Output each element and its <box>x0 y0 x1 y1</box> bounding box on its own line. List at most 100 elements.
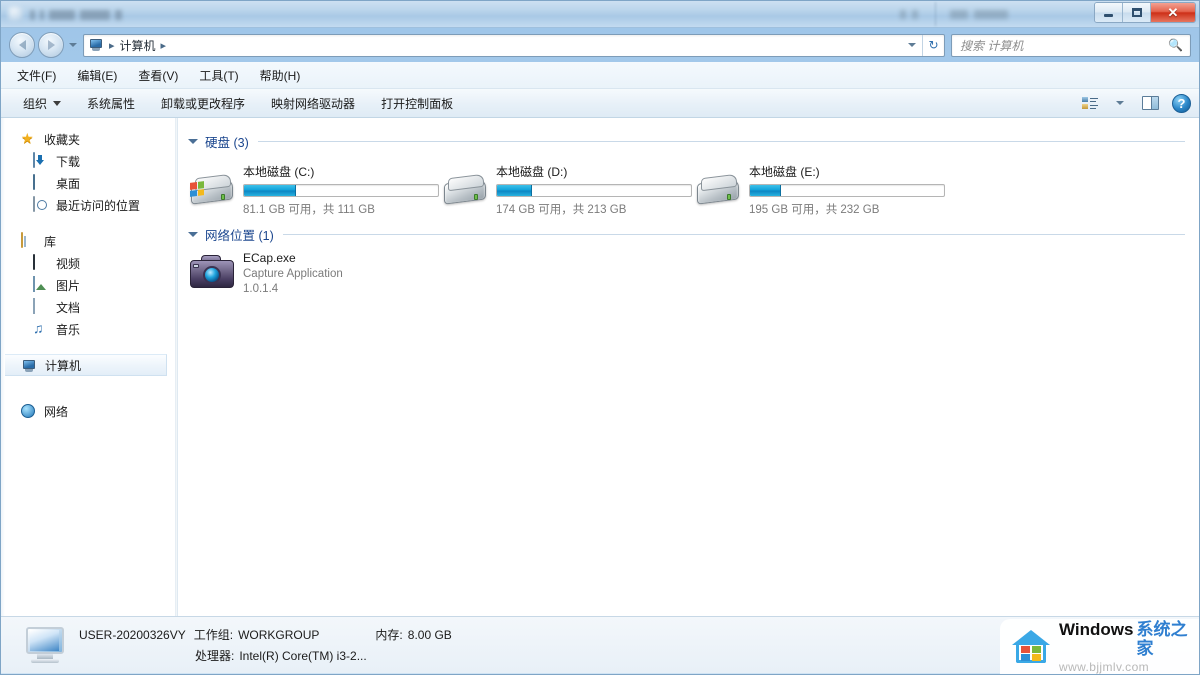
sidebar-label-music: 音乐 <box>56 322 81 337</box>
chevron-down-icon <box>68 43 77 47</box>
sidebar-item-documents[interactable]: 文档 <box>1 296 175 318</box>
sidebar-item-pictures[interactable]: 图片 <box>1 274 175 296</box>
preview-pane-icon <box>1141 96 1159 110</box>
nav-group-libraries: 库 视频 图片 文档 ♫ 音乐 <box>1 230 175 340</box>
collapse-triangle-icon[interactable] <box>188 139 198 144</box>
breadcrumb-separator-end-icon[interactable]: ▸ <box>161 39 167 52</box>
sidebar-item-network[interactable]: 网络 <box>1 400 175 422</box>
view-list-icon <box>1082 96 1098 110</box>
map-network-drive-button[interactable]: 映射网络驱动器 <box>271 95 355 112</box>
drive-capacity-text: 174 GB 可用，共 213 GB <box>496 204 627 216</box>
sidebar-item-computer[interactable]: 计算机 <box>1 354 167 376</box>
open-control-panel-button[interactable]: 打开控制面板 <box>381 95 453 112</box>
nav-group-favorites: ★ 收藏夹 下载 桌面 最近访问的位置 <box>1 128 175 216</box>
menu-help[interactable]: 帮助(H) <box>260 67 301 84</box>
sidebar-item-desktop[interactable]: 桌面 <box>1 172 175 194</box>
computer-icon <box>23 625 67 665</box>
navigation-pane: ★ 收藏夹 下载 桌面 最近访问的位置 库 视频 图片 文档 ♫ 音乐 计算机 … <box>1 118 175 616</box>
maximize-button[interactable] <box>1123 3 1151 22</box>
drive-info: 本地磁盘 (E:) 195 GB 可用，共 232 GB <box>749 163 947 217</box>
status-memory-value: 8.00 GB <box>407 628 452 642</box>
hard-drive-icon <box>441 171 489 213</box>
search-box[interactable]: 搜索 计算机 🔍 <box>951 33 1191 57</box>
system-properties-button[interactable]: 系统属性 <box>87 95 135 112</box>
search-icon: 🔍 <box>1168 38 1183 52</box>
close-button[interactable]: ✕ <box>1151 3 1195 22</box>
sidebar-item-videos[interactable]: 视频 <box>1 252 175 274</box>
drive-item-d[interactable]: 本地磁盘 (D:) 174 GB 可用，共 213 GB <box>441 157 694 217</box>
breadcrumb-computer[interactable]: 计算机 <box>120 37 156 54</box>
desktop-icon <box>33 174 49 191</box>
drive-item-e[interactable]: 本地磁盘 (E:) 195 GB 可用，共 232 GB <box>694 157 947 217</box>
change-view-button[interactable] <box>1076 92 1104 114</box>
camera-icon <box>188 252 236 294</box>
search-input[interactable]: 搜索 计算机 <box>952 37 1023 54</box>
library-icon <box>21 232 37 249</box>
close-icon: ✕ <box>1167 5 1179 20</box>
sidebar-label-pictures: 图片 <box>56 278 81 293</box>
window-icon <box>8 6 23 21</box>
sidebar-item-music[interactable]: ♫ 音乐 <box>1 318 175 340</box>
title-bar[interactable]: ✕ <box>0 0 1200 28</box>
network-item-ecap[interactable]: ECap.exe Capture Application 1.0.1.4 <box>188 250 343 295</box>
explorer-window: ✕ ▸ 计算机 ▸ ↻ 搜索 计算机 🔍 文件(F) 编辑(E) 查看(V) 工… <box>0 0 1200 675</box>
group-divider <box>257 141 1185 142</box>
address-history-button[interactable] <box>902 43 922 47</box>
forward-button[interactable] <box>38 32 64 58</box>
sidebar-item-downloads[interactable]: 下载 <box>1 150 175 172</box>
document-icon <box>33 298 49 315</box>
menu-tools[interactable]: 工具(T) <box>199 67 238 84</box>
house-logo-icon <box>1012 630 1050 664</box>
organize-button[interactable]: 组织 <box>23 95 62 112</box>
drive-capacity-text: 195 GB 可用，共 232 GB <box>749 204 880 216</box>
computer-icon <box>22 357 38 373</box>
drives-list: 本地磁盘 (C:) 81.1 GB 可用，共 111 GB 本地磁盘 (D:) <box>178 157 1199 217</box>
sidebar-item-recent-places[interactable]: 最近访问的位置 <box>1 194 175 216</box>
status-processor-label: 处理器: <box>195 649 235 663</box>
refresh-button[interactable]: ↻ <box>922 34 944 56</box>
group-header-hard-disks[interactable]: 硬盘 (3) <box>178 132 1199 151</box>
recent-pages-button[interactable] <box>67 43 78 47</box>
chevron-down-icon <box>908 43 916 47</box>
sidebar-label-libraries: 库 <box>44 234 57 249</box>
command-bar: 组织 系统属性 卸载或更改程序 映射网络驱动器 打开控制面板 ? <box>1 89 1199 118</box>
drive-item-c[interactable]: 本地磁盘 (C:) 81.1 GB 可用，共 111 GB <box>188 157 441 217</box>
address-bar: ▸ 计算机 ▸ ↻ 搜索 计算机 🔍 <box>0 28 1200 62</box>
status-line-primary: USER-20200326VY 工作组: WORKGROUP 内存: 8.00 … <box>79 626 452 643</box>
view-dropdown-button[interactable] <box>1106 92 1134 114</box>
status-workgroup-label: 工作组: <box>193 628 234 642</box>
menu-edit[interactable]: 编辑(E) <box>77 67 117 84</box>
menu-view[interactable]: 查看(V) <box>138 67 178 84</box>
windows-logo-icon <box>190 181 204 197</box>
uninstall-change-program-button[interactable]: 卸载或更改程序 <box>161 95 245 112</box>
help-button[interactable]: ? <box>1172 93 1191 113</box>
network-item-name: ECap.exe <box>243 251 296 265</box>
menu-file[interactable]: 文件(F) <box>17 67 56 84</box>
sidebar-label-recent-places: 最近访问的位置 <box>56 198 141 213</box>
minimize-button[interactable] <box>1095 3 1123 22</box>
downloads-icon <box>33 152 49 169</box>
hard-drive-icon <box>188 171 236 213</box>
maximize-icon <box>1131 8 1142 17</box>
back-button[interactable] <box>9 32 35 58</box>
preview-pane-button[interactable] <box>1136 92 1164 114</box>
drive-usage-fill <box>497 185 532 196</box>
network-locations-list: ECap.exe Capture Application 1.0.1.4 <box>178 250 1199 295</box>
sidebar-item-favorites[interactable]: ★ 收藏夹 <box>1 128 175 150</box>
status-details: USER-20200326VY 工作组: WORKGROUP 内存: 8.00 … <box>79 626 452 664</box>
watermark-text: Windows 系统之家 www.bjjmlv.com <box>1059 620 1200 674</box>
drive-name: 本地磁盘 (E:) <box>749 165 820 179</box>
address-field[interactable]: ▸ 计算机 ▸ ↻ <box>83 33 945 57</box>
group-header-network-locations[interactable]: 网络位置 (1) <box>178 225 1199 244</box>
sidebar-item-libraries[interactable]: 库 <box>1 230 175 252</box>
title-bar-secondary-blurred <box>900 8 1060 20</box>
sidebar-label-videos: 视频 <box>56 256 81 271</box>
back-arrow-icon <box>18 40 26 50</box>
collapse-triangle-icon[interactable] <box>188 232 198 237</box>
network-item-version: 1.0.1.4 <box>243 283 279 295</box>
group-divider <box>282 234 1185 235</box>
sidebar-label-downloads: 下载 <box>56 154 81 169</box>
breadcrumb-separator-icon: ▸ <box>109 39 115 52</box>
network-item-info: ECap.exe Capture Application 1.0.1.4 <box>243 250 343 295</box>
content-pane[interactable]: 硬盘 (3) 本地磁盘 (C:) 81.1 GB 可用，共 111 GB 本地磁… <box>178 118 1199 616</box>
